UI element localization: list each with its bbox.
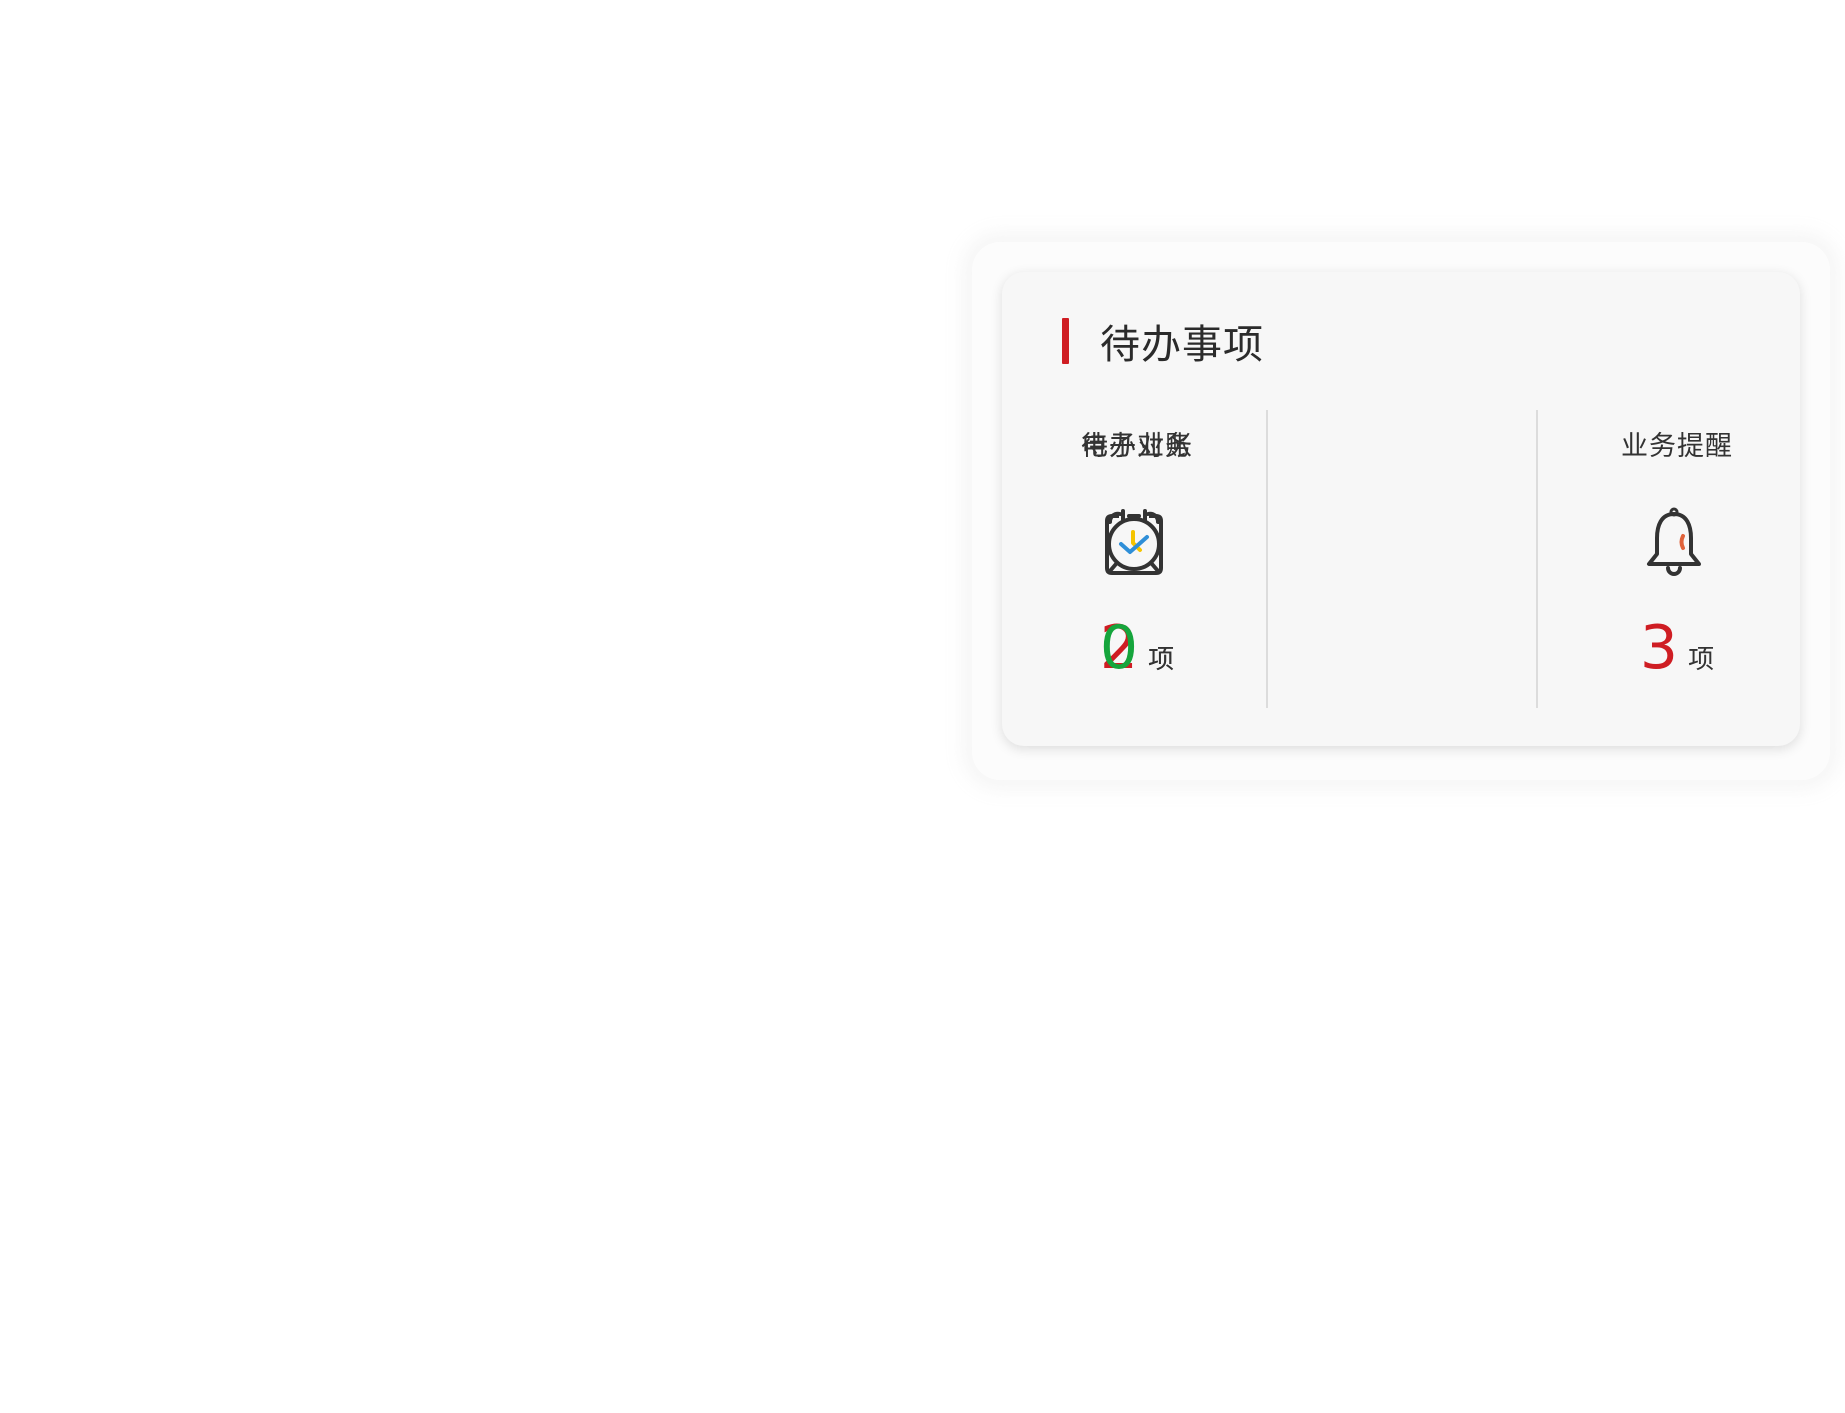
todo-item-count: 0 项 — [1002, 618, 1272, 678]
checked-clipboard-icon — [1105, 509, 1163, 575]
card-title: 待办事项 — [1100, 322, 1264, 368]
bell-icon — [1647, 507, 1701, 576]
todo-item-label: 电子对账 — [1081, 431, 1193, 462]
count-unit: 项 — [1688, 645, 1715, 675]
count-number: 3 — [1639, 613, 1679, 683]
title-accent-bar — [1062, 318, 1069, 364]
column-divider — [1536, 410, 1538, 708]
todo-item-business-reminder[interactable]: 业务提醒 3 项 — [1542, 410, 1812, 708]
todo-card: 待办事项 待办业务 2 项 业务提醒 3 项 电子对账 0 项 — [1002, 272, 1800, 746]
todo-item-count: 3 项 — [1542, 618, 1812, 678]
count-unit: 项 — [1148, 645, 1175, 675]
todo-item-e-reconciliation[interactable]: 电子对账 0 项 — [1002, 410, 1272, 708]
todo-item-label: 业务提醒 — [1621, 431, 1733, 462]
count-number: 0 — [1099, 613, 1139, 683]
card-header: 待办事项 — [1062, 318, 1264, 368]
todo-columns: 待办业务 2 项 业务提醒 3 项 电子对账 0 项 — [1002, 410, 1812, 708]
